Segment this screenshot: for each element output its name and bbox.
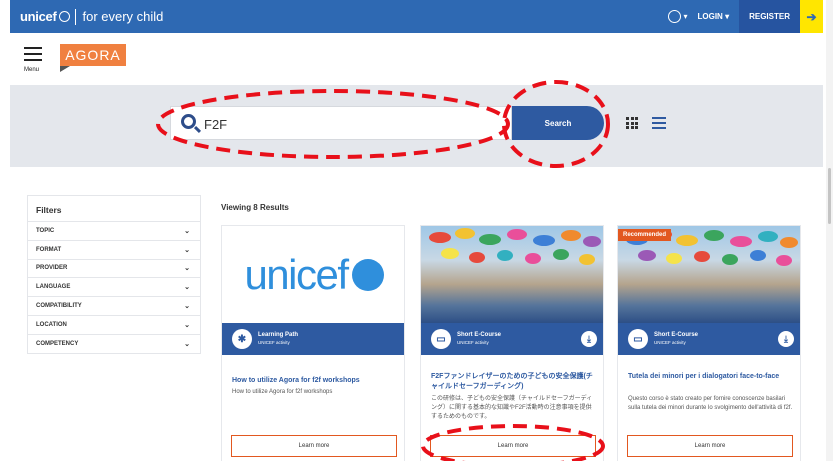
filters-title: Filters [28, 196, 200, 222]
chevron-down-icon: ⌄ [184, 284, 190, 292]
page: unicef for every child ▾ LOGIN ▾ REGISTE… [0, 0, 833, 461]
card-provider: UNICEF activity [258, 340, 290, 345]
card-type: Short E-Course [654, 332, 699, 338]
chevron-down-icon: ⌄ [184, 303, 190, 311]
course-card[interactable]: unicef ✱ Learning Path UNICEF activity H… [221, 225, 405, 461]
filter-language[interactable]: LANGUAGE ⌄ [28, 278, 200, 298]
agora-logo-tail [60, 66, 70, 72]
unicef-brand[interactable]: unicef for every child [10, 8, 164, 25]
brand-tagline: for every child [82, 9, 164, 24]
course-card[interactable]: ▭ Short E-Course UNICEF activity ⤓ F2Fファ… [420, 225, 604, 461]
agora-logo[interactable]: AGORA [60, 44, 126, 66]
filter-provider[interactable]: PROVIDER ⌄ [28, 260, 200, 279]
download-icon[interactable]: ⤓ [581, 331, 597, 347]
arrow-right-icon[interactable]: ➔ [800, 0, 823, 33]
search-icon [181, 114, 196, 129]
list-view-icon[interactable] [652, 117, 666, 129]
card-image-umbrella-street [421, 226, 603, 323]
search-button[interactable]: Search [512, 106, 604, 140]
filter-label: FORMAT [36, 246, 62, 253]
grid-view-icon[interactable] [626, 117, 638, 129]
learn-more-button[interactable]: Learn more [627, 435, 793, 457]
card-title[interactable]: Tutela dei minori per i dialogatori face… [628, 372, 794, 382]
card-type-band: ▭ Short E-Course UNICEF activity ⤓ [618, 323, 800, 355]
scrollbar-track[interactable] [826, 0, 833, 461]
learn-more-button[interactable]: Learn more [231, 435, 397, 457]
card-type: Learning Path [258, 332, 299, 338]
card-title[interactable]: How to utilize Agora for f2f workshops [232, 376, 398, 386]
recommended-badge: Recommended [618, 229, 672, 241]
card-description: Questo corso è stato creato per fornire … [628, 396, 793, 411]
card-title[interactable]: F2Fファンドレイザーのための子どもの安全保護(チャイルドセーフガーディング) [431, 372, 597, 392]
card-type-band: ▭ Short E-Course UNICEF activity ⤓ [421, 323, 603, 355]
filter-topic[interactable]: TOPIC ⌄ [28, 222, 200, 241]
filter-compatibility[interactable]: COMPATIBILITY ⌄ [28, 297, 200, 316]
learn-more-button[interactable]: Learn more [430, 435, 596, 457]
unicef-globe-icon [351, 258, 384, 291]
filters-panel: Filters TOPIC ⌄ FORMAT ⌄ PROVIDER ⌄ LANGUAG… [27, 195, 201, 354]
brand-divider [75, 8, 77, 25]
top-bar: unicef for every child ▾ LOGIN ▾ REGISTE… [10, 0, 823, 33]
filter-location[interactable]: LOCATION ⌄ [28, 316, 200, 335]
menu-label: Menu [24, 67, 40, 73]
download-icon[interactable]: ⤓ [778, 331, 794, 347]
card-description: How to utilize Agora for f2f workshops [232, 389, 333, 395]
chevron-down-icon: ⌄ [184, 341, 190, 349]
hamburger-menu-icon[interactable] [24, 47, 42, 65]
filter-label: LOCATION [36, 321, 67, 328]
card-provider: UNICEF activity [654, 340, 686, 345]
card-type: Short E-Course [457, 332, 502, 338]
language-globe-icon[interactable] [668, 10, 682, 23]
unicef-globe-icon [59, 11, 71, 22]
filter-label: COMPATIBILITY [36, 303, 82, 310]
course-card[interactable]: Recommended ▭ Short E-Course UNICEF acti… [617, 225, 801, 461]
filter-label: TOPIC [36, 227, 55, 234]
filter-competency[interactable]: COMPETENCY ⌄ [28, 335, 200, 354]
filter-label: PROVIDER [36, 265, 68, 272]
search-input[interactable] [204, 114, 504, 134]
learning-path-icon: ✱ [232, 329, 252, 349]
search-box [170, 106, 512, 140]
top-actions: ▾ LOGIN ▾ REGISTER ➔ [668, 0, 823, 33]
laptop-icon: ▭ [628, 329, 648, 349]
chevron-down-icon: ⌄ [184, 321, 190, 329]
filter-label: COMPETENCY [36, 341, 79, 348]
card-image-unicef-logo: unicef [222, 226, 404, 323]
unicef-logo-text: unicef [244, 250, 349, 298]
card-type-band: ✱ Learning Path UNICEF activity [222, 323, 404, 355]
laptop-icon: ▭ [431, 329, 451, 349]
filter-format[interactable]: FORMAT ⌄ [28, 241, 200, 260]
results-count: Viewing 8 Results [221, 203, 289, 212]
chevron-down-icon[interactable]: ▾ [683, 12, 687, 21]
scrollbar-thumb[interactable] [828, 168, 831, 224]
card-provider: UNICEF activity [457, 340, 489, 345]
site-header: Menu AGORA [10, 33, 823, 79]
chevron-down-icon: ⌄ [184, 246, 190, 254]
card-description: この研修は、子どもの安全保護（チャイルドセーフガーディング）に関する基本的な知識… [431, 396, 593, 420]
chevron-down-icon: ⌄ [184, 265, 190, 273]
login-label: LOGIN [697, 12, 723, 21]
register-button[interactable]: REGISTER [739, 0, 800, 33]
login-link[interactable]: LOGIN ▾ [698, 12, 730, 21]
chevron-down-icon: ⌄ [184, 227, 190, 235]
unicef-wordmark: unicef [20, 9, 57, 24]
card-image-umbrella-street: Recommended [618, 226, 800, 323]
filter-label: LANGUAGE [36, 284, 71, 291]
